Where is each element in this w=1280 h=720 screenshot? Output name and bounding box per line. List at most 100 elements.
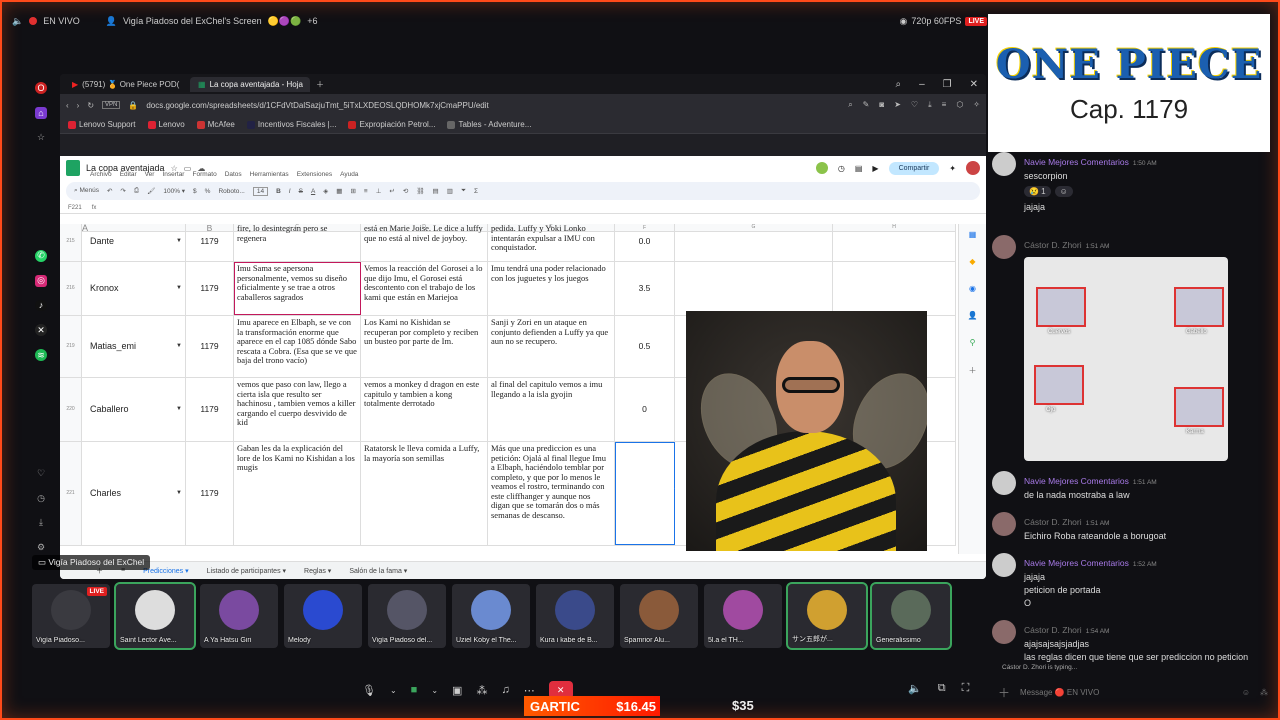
minimize-icon[interactable]: – <box>919 79 925 90</box>
add-addon-icon[interactable]: ＋ <box>969 365 977 376</box>
score-cell[interactable]: 3.5 <box>615 262 675 315</box>
mic-options-icon[interactable]: ⌄ <box>390 686 397 695</box>
tab-youtube[interactable]: ▶ (5791) 🏅 One Piece POD( <box>64 77 184 92</box>
activities-icon[interactable]: ⁂ <box>476 684 487 697</box>
download-icon[interactable]: ⤓ <box>928 100 932 110</box>
participant-dropdown[interactable]: Kronox ▼ <box>82 262 186 315</box>
prediction-cell[interactable]: Más que una prediccion es una petición: … <box>488 442 615 545</box>
participant-dropdown[interactable]: Matias_emi ▼ <box>82 316 186 377</box>
message-author[interactable]: Navie Mejores Comentarios <box>1024 558 1129 568</box>
empty-cell[interactable] <box>675 224 833 261</box>
participant-dropdown[interactable]: Caballero ▼ <box>82 378 186 441</box>
participant-dropdown[interactable]: Dante ▼ <box>82 224 186 261</box>
camera-icon[interactable]: ■ <box>411 684 418 696</box>
bookmark-item[interactable]: Expropiación Petrol... <box>348 120 435 129</box>
account-avatar[interactable] <box>966 161 980 175</box>
avatar[interactable] <box>992 152 1016 176</box>
bold-icon[interactable]: B <box>276 188 281 195</box>
chapter-cell[interactable]: 1179 <box>186 442 234 545</box>
vpn-badge[interactable]: VPN <box>102 101 121 109</box>
valign-icon[interactable]: ⊥ <box>376 187 382 195</box>
menu-item[interactable]: Ayuda <box>340 171 358 178</box>
add-attachment-icon[interactable]: ＋ <box>998 684 1010 701</box>
emoji-icon[interactable]: ☺ <box>1242 688 1250 697</box>
chapter-cell[interactable]: 1179 <box>186 262 234 315</box>
maps-icon[interactable]: ⚲ <box>970 338 976 347</box>
collaborator-avatar[interactable] <box>815 162 828 174</box>
avatar[interactable] <box>992 512 1016 537</box>
stream-quality[interactable]: 720p 60FPS <box>911 16 961 26</box>
heart-icon[interactable]: ♡ <box>35 467 47 479</box>
edit-icon[interactable]: ✎ <box>863 100 870 110</box>
borders-icon[interactable]: ▦ <box>336 187 342 195</box>
row-number[interactable]: 221 <box>60 442 82 545</box>
home-icon[interactable]: ⌂ <box>35 106 47 119</box>
mic-icon[interactable]: 🎙 <box>362 684 376 697</box>
search-icon[interactable]: ⌕ <box>895 79 901 90</box>
menu-item[interactable]: Ver <box>145 171 155 178</box>
prediction-cell[interactable]: pedida. Luffy y Yoki Lonko intentarán ex… <box>488 224 615 261</box>
sheet-tab[interactable]: Reglas ▾ <box>304 567 331 575</box>
bookmark-item[interactable]: Lenovo <box>147 120 185 129</box>
prediction-cell[interactable]: vemos que paso con law, llego a cierta i… <box>234 378 361 441</box>
avatar[interactable] <box>992 235 1016 260</box>
percent-icon[interactable]: % <box>205 188 211 195</box>
prediction-cell[interactable]: Vemos la reacción del Gorosei a lo que d… <box>361 262 488 315</box>
font-size-input[interactable]: 14 <box>252 186 269 196</box>
new-tab-button[interactable]: ＋ <box>316 79 324 90</box>
row-number[interactable]: 216 <box>60 262 82 315</box>
sheet-tab[interactable]: Salón de la fama ▾ <box>349 567 407 575</box>
close-icon[interactable]: ✕ <box>970 79 978 90</box>
menu-item[interactable]: Editar <box>120 171 137 178</box>
avatar[interactable] <box>992 620 1016 645</box>
currency-icon[interactable]: $ <box>193 188 197 195</box>
message-author[interactable]: Cástor D. Zhori <box>1024 625 1082 635</box>
prediction-cell[interactable]: Imu aparece en Elbaph, se ve con la tran… <box>234 316 361 377</box>
spotify-icon[interactable]: ≋ <box>35 349 47 362</box>
avatar[interactable] <box>992 553 1016 578</box>
row-number[interactable]: 219 <box>60 316 82 377</box>
chat-message[interactable]: jajaja <box>992 201 1270 225</box>
download-icon[interactable]: ⤓ <box>35 517 47 529</box>
chat-message[interactable]: Navie Mejores Comentarios 1:52 AM jajaja pe… <box>992 553 1270 610</box>
menu-item[interactable]: Extensiones <box>297 171 332 178</box>
participant-tile[interactable]: Saint Lector Ave... <box>114 582 196 650</box>
participant-tile[interactable]: Uziel Koby el The... <box>452 584 530 648</box>
menu-item[interactable]: Insertar <box>162 171 184 178</box>
fullscreen-icon[interactable]: ⛶ <box>962 682 970 695</box>
prediction-cell[interactable]: fire, lo desintegran pero se regenera <box>234 224 361 261</box>
instagram-icon[interactable]: ◎ <box>35 274 47 287</box>
zoom-select[interactable]: 100% ▾ <box>163 187 185 195</box>
history-icon[interactable]: ◷ <box>838 164 845 173</box>
prediction-cell[interactable]: vemos a monkey d dragon en este capitulo… <box>361 378 488 441</box>
score-cell[interactable]: 0 <box>615 378 675 441</box>
participant-tile[interactable]: A Ya Hatsu Giri <box>200 584 278 648</box>
comment-icon[interactable]: ▤ <box>855 164 863 173</box>
align-icon[interactable]: ≡ <box>364 188 368 195</box>
message-author[interactable]: Cástor D. Zhori <box>1024 240 1082 250</box>
settings-icon[interactable]: ⚙ <box>35 542 47 554</box>
history-icon[interactable]: ◷ <box>35 492 47 504</box>
whatsapp-icon[interactable]: ✆ <box>35 249 47 262</box>
prediction-cell[interactable]: está en Marie Joise. Le dice a luffy que… <box>361 224 488 261</box>
sheets-logo-icon[interactable] <box>66 160 80 176</box>
popout-icon[interactable]: ⧉ <box>938 682 946 695</box>
share-button[interactable]: Compartir <box>888 161 940 175</box>
row-number[interactable]: 215 <box>60 224 82 261</box>
more-icon[interactable]: ⋯ <box>524 684 535 697</box>
italic-icon[interactable]: I <box>289 188 291 195</box>
keep-icon[interactable]: ◆ <box>969 257 975 266</box>
volume-icon[interactable]: 🔈 <box>12 16 23 27</box>
volume-icon[interactable]: 🔈 <box>908 682 922 695</box>
chat-message[interactable]: Cástor D. Zhori 1:51 AM Cuervos Gabello Ojo K… <box>992 235 1270 462</box>
participant-tile[interactable]: Kura i kabe de B... <box>536 584 614 648</box>
redo-icon[interactable]: ↷ <box>120 187 125 195</box>
prediction-cell[interactable]: Imu Sama se apersona personalmente, vemo… <box>234 262 361 315</box>
participant-dropdown[interactable]: Charles ▼ <box>82 442 186 545</box>
menu-item[interactable]: Archivo <box>90 171 112 178</box>
apps-icon[interactable]: ⁂ <box>1260 688 1268 697</box>
chat-image-attachment[interactable]: Cuervos Gabello Ojo Karma <box>1024 257 1228 462</box>
cell-reference[interactable]: F221 <box>68 205 82 211</box>
prediction-cell[interactable]: Gaban les da la explicación del lore de … <box>234 442 361 545</box>
opera-icon[interactable]: O <box>35 82 47 94</box>
